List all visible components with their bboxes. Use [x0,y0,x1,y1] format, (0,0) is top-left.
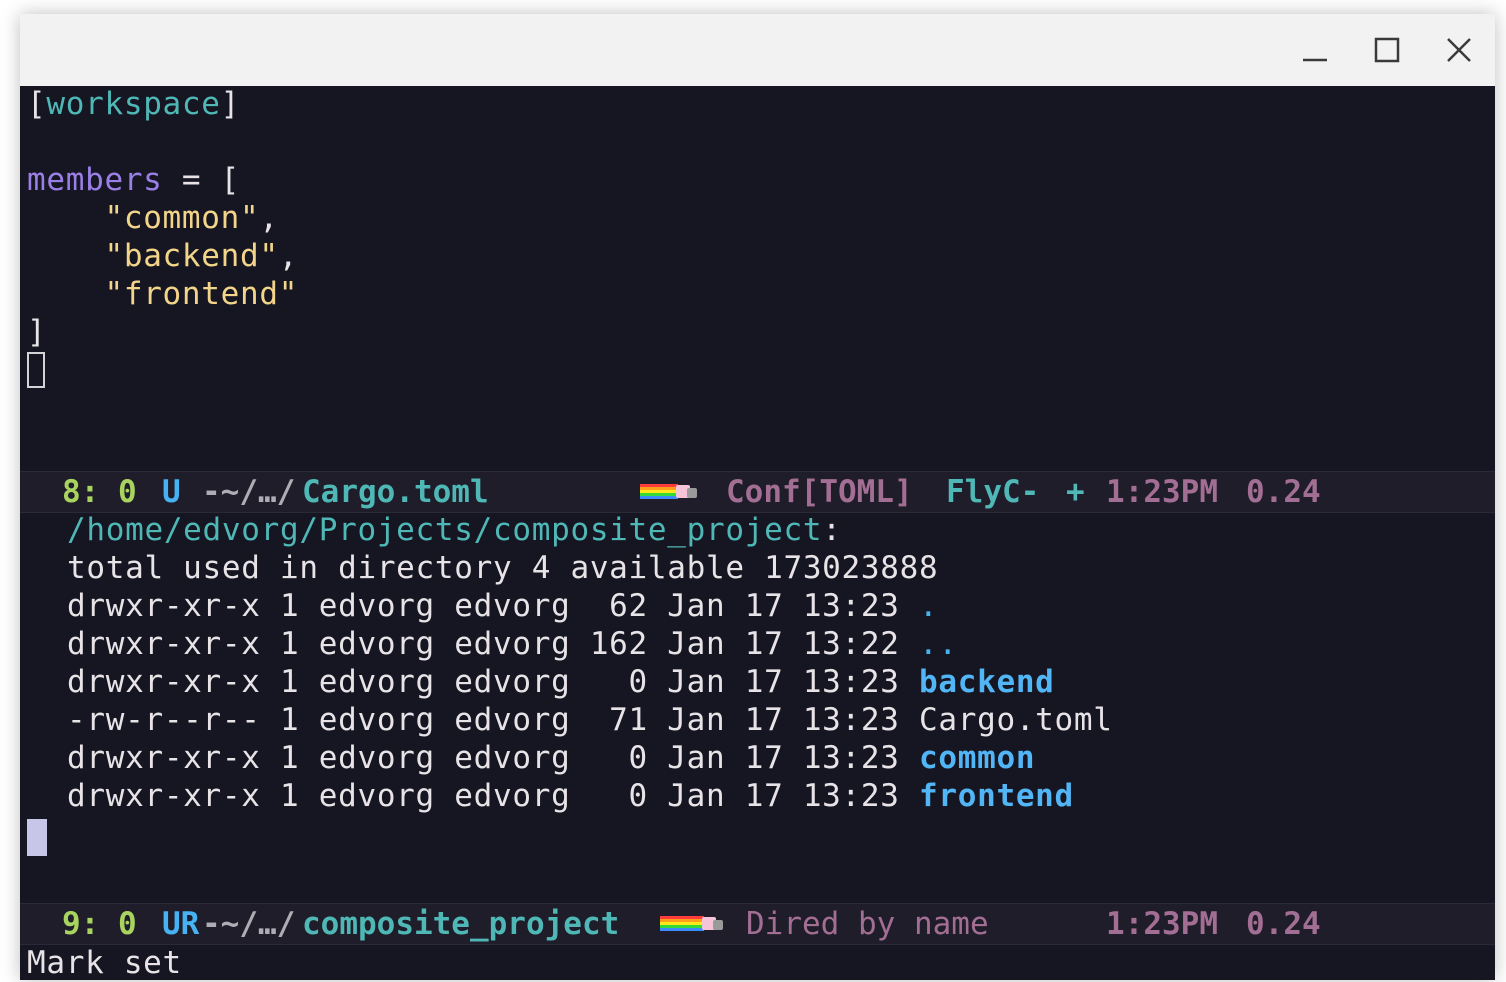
dired-entry-meta: drwxr-xr-x 1 edvorg edvorg 162 Jan 17 13… [67,626,919,662]
dired-entry[interactable]: -rw-r--r-- 1 edvorg edvorg 71 Jan 17 13:… [67,701,1113,739]
dired-entry[interactable]: drwxr-xr-x 1 edvorg edvorg 0 Jan 17 13:2… [67,663,1055,701]
echo-area: Mark set [27,945,182,981]
dired-entry-name[interactable]: common [919,740,1035,776]
modeline-flycheck[interactable]: FlyC- [946,472,1039,512]
modeline-state: UR [162,906,200,942]
modeline-path-prefix: -~/…/ [202,906,296,942]
modeline-cargo[interactable]: 8: 0 U -~/…/ Cargo.toml Conf[TOML] FlyC-… [20,471,1495,513]
close-button[interactable] [1431,30,1487,70]
code-line[interactable]: ] [27,313,46,351]
dired-entry-name[interactable]: frontend [919,778,1074,814]
code-token: ] [27,314,47,350]
code-token: = [ [162,162,241,198]
dired-entry[interactable]: drwxr-xr-x 1 edvorg edvorg 62 Jan 17 13:… [67,587,938,625]
dired-directory-colon: : [822,512,842,548]
minimize-button[interactable] [1287,30,1343,70]
dired-entry-meta: drwxr-xr-x 1 edvorg edvorg 0 Jan 17 13:2… [67,778,919,814]
modeline-path-prefix: -~/…/ [202,474,296,510]
modeline-modified-plus: + [1066,474,1085,510]
code-token: , [259,200,279,236]
minimize-icon [1303,58,1327,62]
dired-entry-name[interactable]: .. [919,626,958,662]
modeline-dirname: composite_project [302,906,620,942]
code-token: workspace [46,86,221,122]
maximize-button[interactable] [1359,30,1415,70]
dired-entry-meta: drwxr-xr-x 1 edvorg edvorg 62 Jan 17 13:… [67,588,919,624]
dired-header[interactable]: /home/edvorg/Projects/composite_project: [67,511,842,549]
dired-directory[interactable]: /home/edvorg/Projects/composite_project [67,512,822,548]
dired-entry-meta: -rw-r--r-- 1 edvorg edvorg 71 Jan 17 13:… [67,702,919,738]
code-token: "common" [104,200,260,236]
dired-entry-name[interactable]: backend [919,664,1055,700]
code-token: [ [27,86,47,122]
nyan-cat-icon [660,916,723,931]
nyan-cat-icon [640,484,697,499]
modeline-major-mode[interactable]: Conf[TOML] [726,472,913,512]
code-line[interactable]: "frontend" [27,275,298,313]
code-line[interactable]: [workspace] [27,85,240,123]
dired-entry[interactable]: drwxr-xr-x 1 edvorg edvorg 0 Jan 17 13:2… [67,739,1035,777]
code-token: , [278,238,299,274]
maximize-icon [1374,37,1400,63]
code-token: members [27,162,163,198]
modeline-dired[interactable]: 9: 0 UR -~/…/ composite_project Dired by… [20,903,1495,945]
active-cursor [27,819,47,856]
dired-entry[interactable]: drwxr-xr-x 1 edvorg edvorg 162 Jan 17 13… [67,625,958,663]
code-token: "frontend" [104,276,299,312]
modeline-filename: Cargo.toml [302,474,489,510]
code-line[interactable]: members = [ [27,161,240,199]
dired-entry[interactable]: drwxr-xr-x 1 edvorg edvorg 0 Jan 17 13:2… [67,777,1074,815]
modeline-state: U [162,474,181,510]
dired-entry-meta: drwxr-xr-x 1 edvorg edvorg 0 Jan 17 13:2… [67,740,919,776]
code-line[interactable]: "backend", [27,237,298,275]
dired-entry-name[interactable]: Cargo.toml [919,702,1113,738]
dired-entry-meta: drwxr-xr-x 1 edvorg edvorg 0 Jan 17 13:2… [67,664,919,700]
modeline-load: 0.24 [1246,906,1321,942]
emacs-window: [workspace] members = [ "common", "backen… [20,14,1495,981]
code-line[interactable]: "common", [27,199,279,237]
dired-entry-name[interactable]: . [919,588,938,624]
modeline-position: 8: 0 [62,474,137,510]
code-token: "backend" [104,238,279,274]
title-bar[interactable] [20,14,1495,86]
close-icon [1447,38,1471,62]
modeline-time: 1:23PM [1106,474,1218,510]
inactive-cursor [27,352,45,388]
modeline-load: 0.24 [1246,474,1321,510]
modeline-position: 9: 0 [62,906,137,942]
modeline-time: 1:23PM [1106,906,1218,942]
code-token: ] [220,86,241,122]
dired-summary: total used in directory 4 available 1730… [67,550,939,586]
modeline-major-mode[interactable]: Dired by name [746,904,989,944]
